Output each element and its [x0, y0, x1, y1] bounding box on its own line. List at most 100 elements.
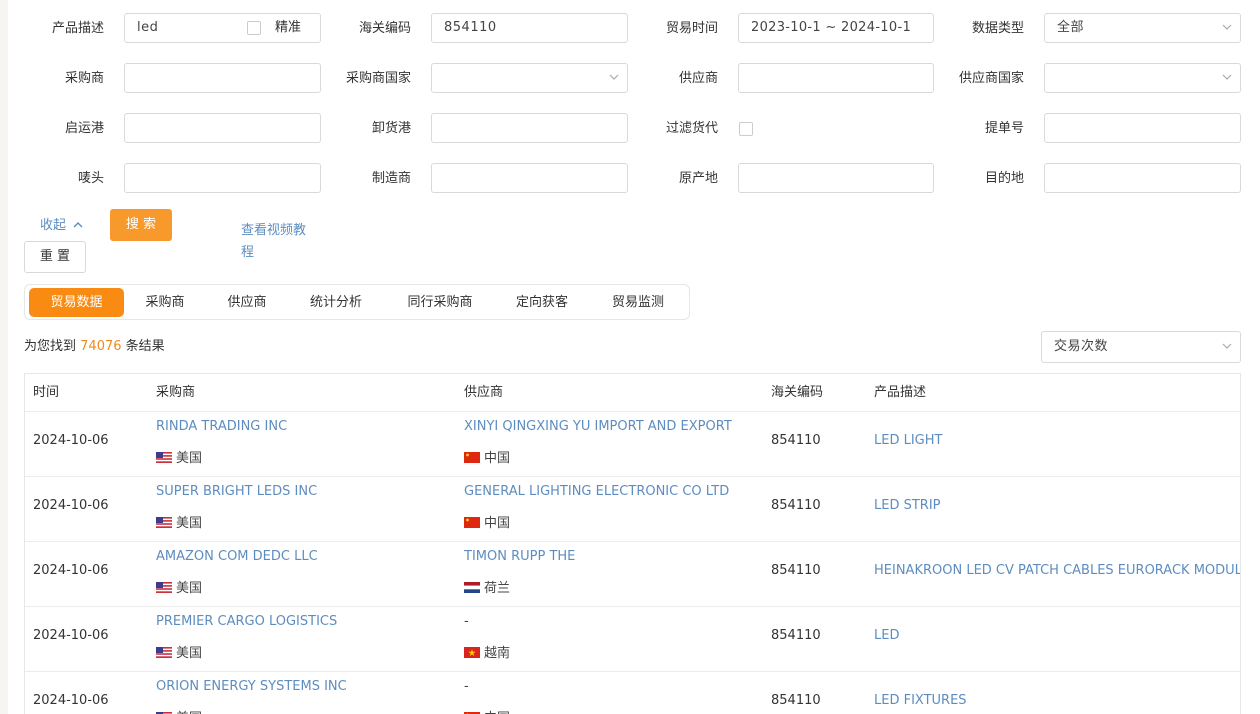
- row-buyer-link[interactable]: AMAZON COM DEDC LLC: [156, 549, 318, 564]
- chevron-up-icon: [73, 214, 83, 236]
- row-product-desc[interactable]: LED FIXTURES: [874, 693, 967, 708]
- row-supplier-link[interactable]: GENERAL LIGHTING ELECTRONIC CO LTD: [464, 484, 729, 499]
- origin-port-input[interactable]: [124, 113, 321, 143]
- row-date: 2024-10-06: [33, 498, 109, 513]
- unload-port-label: 卸货港: [371, 121, 411, 136]
- hs-code-input[interactable]: 854110: [431, 13, 628, 43]
- buyer-country-text: 美国: [176, 581, 203, 596]
- row-supplier-link: -: [464, 679, 469, 694]
- tab-statistics[interactable]: 统计分析: [303, 288, 369, 317]
- tab-trade-data[interactable]: 贸易数据: [29, 288, 124, 317]
- result-count: 为您找到 74076 条结果: [24, 336, 165, 358]
- search-page: 产品描述 led 精准 海关编码 854110 贸易时间 2023-10-1 ~…: [8, 0, 1260, 714]
- product-desc-value: led: [137, 20, 159, 35]
- table-header: 时间 采购商 供应商 海关编码 产品描述: [25, 374, 1240, 412]
- shipping-mark-input[interactable]: [124, 163, 321, 193]
- row-supplier-country: 荷兰: [464, 577, 510, 597]
- row-date: 2024-10-06: [33, 563, 109, 578]
- buyer-country-label: 采购商国家: [345, 71, 411, 86]
- data-type-value: 全部: [1057, 20, 1085, 35]
- hs-code-value: 854110: [444, 20, 497, 35]
- row-buyer-country: 美国: [156, 707, 202, 714]
- table-row[interactable]: 2024-10-06 ORION ENERGY SYSTEMS INC 美国 - 中国 8…: [25, 671, 1240, 714]
- table-row[interactable]: 2024-10-06 AMAZON COM DEDC LLC 美国 TIMON RUP…: [25, 541, 1240, 607]
- row-date: 2024-10-06: [33, 693, 109, 708]
- buyer-input[interactable]: [124, 63, 321, 93]
- bill-no-label: 提单号: [984, 121, 1024, 136]
- row-product-desc[interactable]: LED STRIP: [874, 498, 941, 513]
- table-row[interactable]: 2024-10-06 PREMIER CARGO LOGISTICS 美国 - 越南 85…: [25, 606, 1240, 672]
- filter-forwarder-checkbox[interactable]: [739, 122, 753, 136]
- video-tutorial-line2: 程: [241, 245, 255, 260]
- row-buyer-link[interactable]: RINDA TRADING INC: [156, 419, 287, 434]
- buyer-label: 采购商: [64, 71, 104, 86]
- supplier-input[interactable]: [738, 63, 934, 93]
- tab-trade-monitor[interactable]: 贸易监测: [601, 288, 675, 317]
- row-product-desc[interactable]: LED: [874, 628, 899, 643]
- trade-time-label: 贸易时间: [665, 21, 718, 36]
- supplier-country-text: 荷兰: [484, 581, 511, 596]
- tab-suppliers[interactable]: 供应商: [216, 288, 278, 317]
- row-buyer-link[interactable]: PREMIER CARGO LOGISTICS: [156, 614, 337, 629]
- bill-no-input[interactable]: [1044, 113, 1241, 143]
- product-desc-input[interactable]: led 精准: [124, 13, 321, 43]
- video-tutorial-line1: 查看视频教: [241, 223, 307, 238]
- exact-match-checkbox[interactable]: [247, 21, 261, 35]
- column-header-hs-code: 海关编码: [771, 385, 824, 400]
- table-row[interactable]: 2024-10-06 RINDA TRADING INC 美国 XINYI QINGX…: [25, 411, 1240, 477]
- collapse-label: 收起: [40, 218, 67, 233]
- tab-targeted-acquisition[interactable]: 定向获客: [505, 288, 579, 317]
- filter-forwarder-label: 过滤货代: [665, 121, 718, 136]
- chevron-down-icon: [1222, 23, 1232, 31]
- exact-match-label: 精准: [275, 20, 302, 35]
- data-type-label: 数据类型: [971, 21, 1024, 36]
- sort-select[interactable]: 交易次数: [1041, 331, 1241, 363]
- row-product-desc[interactable]: HEINAKROON LED CV PATCH CABLES EURORACK …: [874, 563, 1240, 578]
- row-buyer-link[interactable]: ORION ENERGY SYSTEMS INC: [156, 679, 347, 694]
- reset-button[interactable]: 重 置: [24, 241, 86, 273]
- origin-port-label: 启运港: [64, 121, 104, 136]
- buyer-country-text: 美国: [176, 516, 203, 531]
- row-buyer-country: 美国: [156, 512, 202, 532]
- data-type-select[interactable]: 全部: [1044, 13, 1241, 43]
- manufacturer-input[interactable]: [431, 163, 628, 193]
- collapse-toggle[interactable]: 收起: [40, 214, 83, 237]
- buyer-country-select[interactable]: [431, 63, 628, 93]
- trade-time-value: 2023-10-1 ~ 2024-10-1: [751, 20, 912, 35]
- unload-port-input[interactable]: [431, 113, 628, 143]
- row-hs-code: 854110: [771, 563, 821, 578]
- row-supplier-country: 越南: [464, 642, 510, 662]
- table-row[interactable]: 2024-10-06 SUPER BRIGHT LEDS INC 美国 GENERAL…: [25, 476, 1240, 542]
- us-flag-icon: [156, 517, 172, 532]
- chevron-down-icon: [1222, 73, 1232, 81]
- trade-data-table: 时间 采购商 供应商 海关编码 产品描述 2024-10-06 RINDA TRA…: [24, 373, 1241, 714]
- result-suffix: 条结果: [125, 339, 165, 354]
- us-flag-icon: [156, 647, 172, 662]
- video-tutorial-link[interactable]: 查看视频教 程: [241, 220, 321, 264]
- destination-label: 目的地: [984, 171, 1024, 186]
- search-button[interactable]: 搜 索: [110, 209, 172, 241]
- destination-input[interactable]: [1044, 163, 1241, 193]
- supplier-country-text: 越南: [484, 646, 511, 661]
- supplier-country-text: 中国: [484, 516, 511, 531]
- row-supplier-link[interactable]: TIMON RUPP THE: [464, 549, 575, 564]
- manufacturer-label: 制造商: [371, 171, 411, 186]
- row-date: 2024-10-06: [33, 628, 109, 643]
- row-supplier-link[interactable]: XINYI QINGXING YU IMPORT AND EXPORT: [464, 419, 732, 434]
- column-header-supplier: 供应商: [464, 385, 504, 400]
- tab-peer-buyers[interactable]: 同行采购商: [395, 288, 485, 317]
- nl-flag-icon: [464, 582, 480, 597]
- cn-flag-icon: [464, 452, 480, 467]
- row-buyer-link[interactable]: SUPER BRIGHT LEDS INC: [156, 484, 317, 499]
- supplier-country-text: 中国: [484, 451, 511, 466]
- hs-code-label: 海关编码: [358, 21, 411, 36]
- origin-input[interactable]: [738, 163, 934, 193]
- row-hs-code: 854110: [771, 693, 821, 708]
- row-product-desc[interactable]: LED LIGHT: [874, 433, 942, 448]
- column-header-buyer: 采购商: [156, 385, 196, 400]
- trade-time-range-picker[interactable]: 2023-10-1 ~ 2024-10-1: [738, 13, 934, 43]
- supplier-country-select[interactable]: [1044, 63, 1241, 93]
- buyer-country-text: 美国: [176, 646, 203, 661]
- tab-buyers[interactable]: 采购商: [134, 288, 196, 317]
- us-flag-icon: [156, 452, 172, 467]
